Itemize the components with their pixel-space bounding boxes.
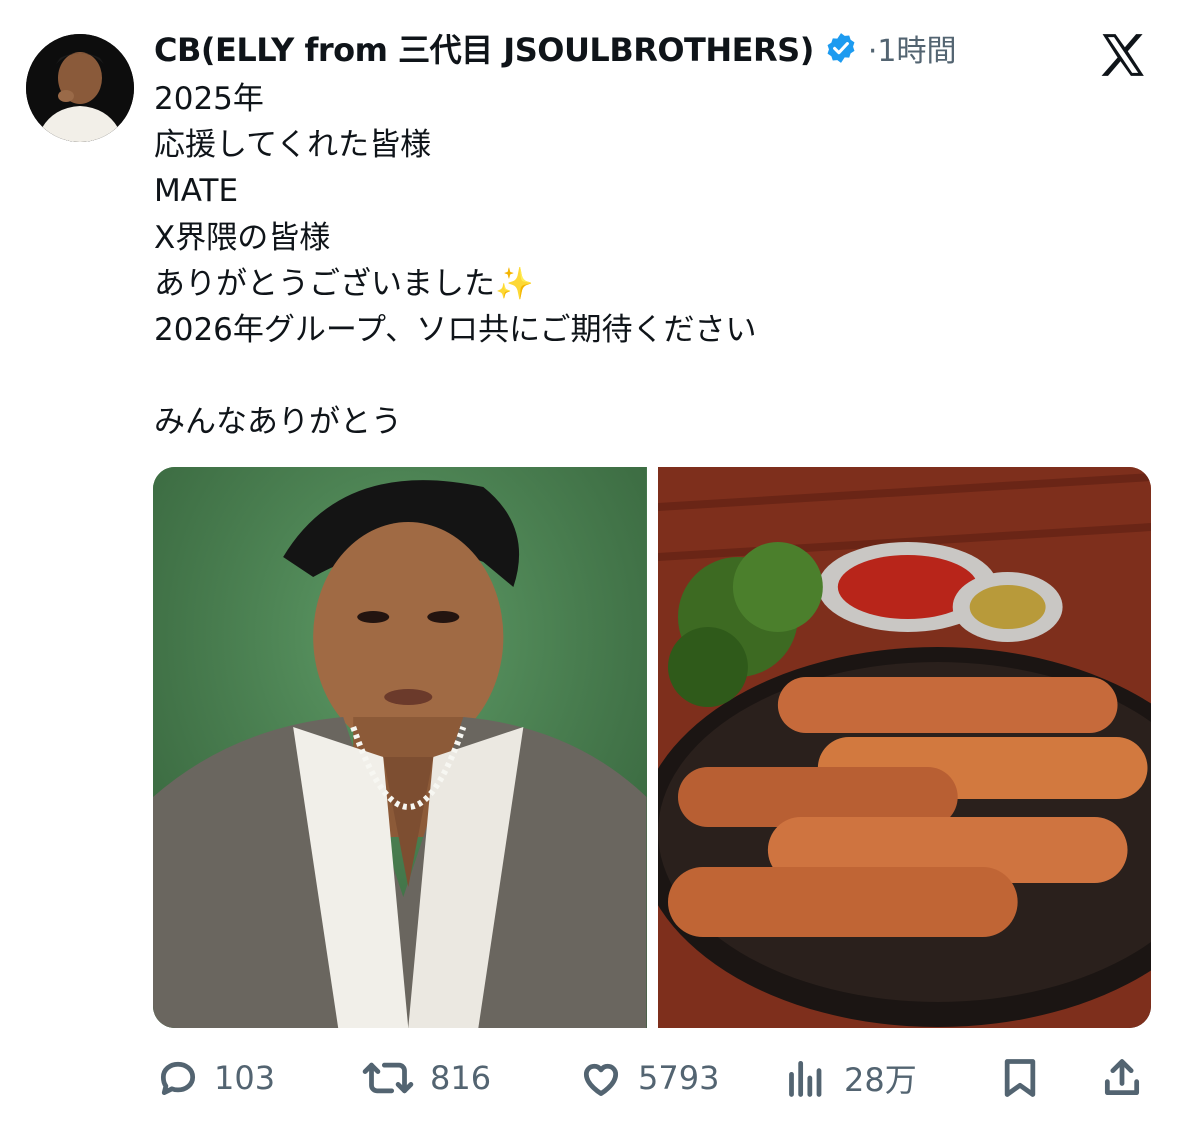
post-header: CB(ELLY from 三代目 JSOULBROTHERS) ·1時間 <box>154 25 957 71</box>
share-button[interactable] <box>1100 1048 1144 1108</box>
reply-icon <box>160 1061 196 1096</box>
repost-count: 816 <box>430 1059 492 1097</box>
action-bar: 103 816 5793 28万 <box>0 1048 1179 1108</box>
bookmark-button[interactable] <box>998 1048 1042 1108</box>
avatar-image <box>26 34 134 142</box>
x-logo-icon[interactable] <box>1098 30 1148 80</box>
repost-icon <box>362 1062 414 1094</box>
reply-button[interactable]: 103 <box>156 1048 275 1108</box>
view-count: 28万 <box>844 1061 917 1099</box>
verified-badge-icon <box>827 33 855 63</box>
share-icon <box>1104 1059 1140 1096</box>
post-text: 2025年 応援してくれた皆様 MATE X界隈の皆様 ありがとうございました✨… <box>154 81 757 441</box>
views-button[interactable]: 28万 <box>786 1048 917 1108</box>
like-count: 5793 <box>638 1059 720 1097</box>
media-grid <box>153 467 1151 1028</box>
heart-icon <box>583 1063 619 1096</box>
avatar[interactable] <box>26 34 134 142</box>
portrait-photo <box>153 467 647 1028</box>
dot-separator: · <box>867 34 878 69</box>
analytics-icon <box>789 1060 822 1097</box>
author-name[interactable]: CB(ELLY from 三代目 JSOULBROTHERS) <box>154 25 814 71</box>
media-image-sausages[interactable] <box>657 467 1151 1028</box>
media-image-portrait[interactable] <box>153 467 647 1028</box>
sausage-photo <box>657 467 1151 1028</box>
like-button[interactable]: 5793 <box>578 1048 719 1108</box>
timestamp: 1時間 <box>877 34 957 69</box>
reply-count: 103 <box>214 1059 276 1097</box>
post-time[interactable]: ·1時間 <box>868 26 957 70</box>
repost-button[interactable]: 816 <box>360 1048 491 1108</box>
bookmark-icon <box>1004 1059 1036 1097</box>
